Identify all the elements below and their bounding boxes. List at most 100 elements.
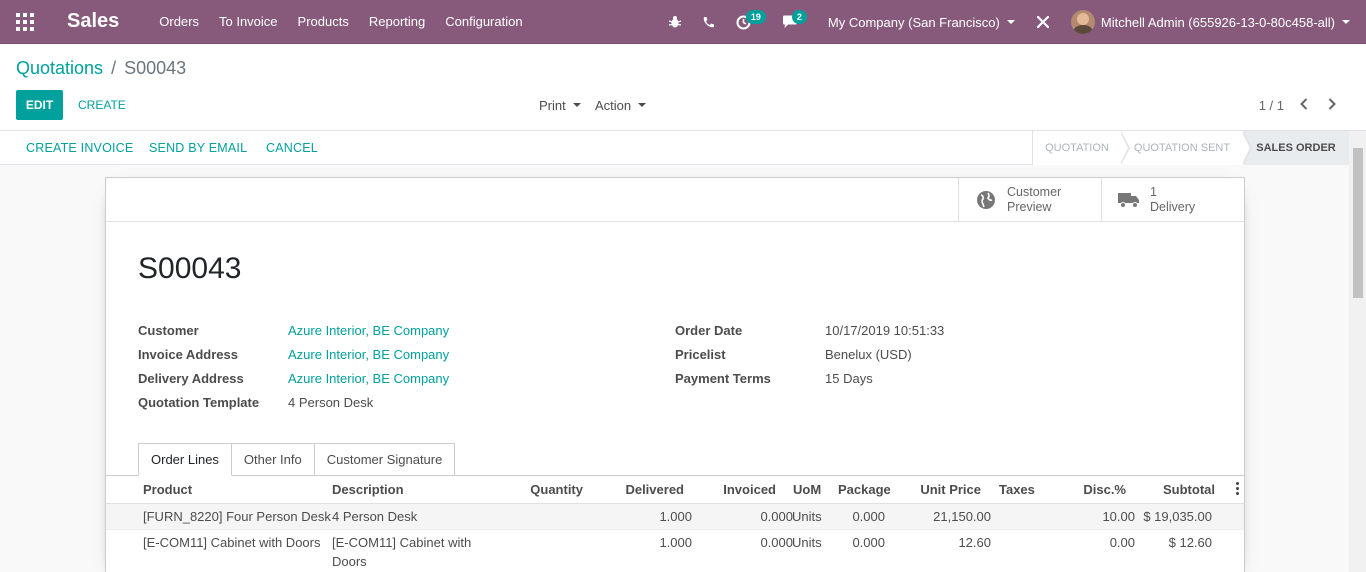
row-product: [FURN_8220] Four Person Desk — [143, 509, 331, 524]
invoice-address-link[interactable]: Azure Interior, BE Company — [288, 347, 449, 362]
control-panel: Quotations / S00043 EDIT CREATE Print Ac… — [0, 44, 1366, 131]
table-row[interactable]: [E-COM11] Cabinet with Doors [E-COM11] C… — [106, 530, 1244, 572]
menu-reporting[interactable]: Reporting — [369, 14, 425, 29]
delivery-button[interactable]: 1 Delivery — [1101, 178, 1244, 221]
activity-badge: 19 — [745, 10, 766, 24]
send-by-email-button[interactable]: SEND BY EMAIL — [149, 131, 247, 165]
print-dropdown[interactable]: Print — [539, 90, 581, 120]
preview-line2: Preview — [1007, 199, 1052, 214]
row-quantity: 1.000 — [659, 509, 692, 524]
top-navbar: Sales Orders To Invoice Products Reporti… — [0, 0, 1366, 44]
stage-quotation-sent[interactable]: QUOTATION SENT — [1121, 131, 1252, 165]
menu-products[interactable]: Products — [298, 14, 349, 29]
vertical-scrollbar[interactable] — [1349, 131, 1366, 572]
right-field-group: Order Date 10/17/2019 10:51:33 Pricelist… — [675, 318, 944, 390]
activity-clock-icon[interactable]: 19 — [726, 0, 772, 44]
avatar — [1070, 10, 1095, 34]
col-quantity[interactable]: Quantity — [530, 482, 583, 497]
col-package[interactable]: Package — [838, 482, 891, 497]
field-customer: Customer Azure Interior, BE Company — [138, 318, 449, 342]
delivery-count: 1 — [1150, 184, 1157, 199]
user-menu[interactable]: Mitchell Admin (655926-13-0-80c458-all) — [1061, 0, 1366, 44]
button-box: Customer Preview 1 Delivery — [958, 178, 1244, 222]
stage-label: QUOTATION — [1045, 142, 1109, 154]
apps-menu-icon[interactable] — [0, 0, 50, 44]
chevron-down-icon — [1342, 20, 1350, 24]
company-switcher[interactable]: My Company (San Francisco) — [818, 0, 1025, 44]
table-row[interactable]: [FURN_8220] Four Person Desk 4 Person De… — [106, 504, 1244, 530]
col-product[interactable]: Product — [143, 482, 192, 497]
tab-other-info[interactable]: Other Info — [230, 443, 315, 476]
col-discount[interactable]: Disc.% — [1083, 482, 1126, 497]
customer-link[interactable]: Azure Interior, BE Company — [288, 323, 449, 338]
row-subtotal: $ 19,035.00 — [1143, 509, 1212, 524]
scrollbar-thumb[interactable] — [1353, 148, 1363, 298]
field-label: Payment Terms — [675, 370, 771, 386]
breadcrumb-current: S00043 — [124, 58, 187, 78]
chevron-down-icon — [1006, 20, 1015, 24]
preview-line1: Customer — [1007, 184, 1062, 199]
form-sheet: Customer Preview 1 Delivery S00043 Custo… — [105, 177, 1245, 572]
field-order-date: Order Date 10/17/2019 10:51:33 — [675, 318, 944, 342]
field-invoice-address: Invoice Address Azure Interior, BE Compa… — [138, 342, 449, 366]
customer-preview-button[interactable]: Customer Preview — [958, 178, 1101, 221]
messages-icon[interactable]: 2 — [772, 0, 818, 44]
main-menu: Orders To Invoice Products Reporting Con… — [159, 14, 542, 29]
col-invoiced[interactable]: Invoiced — [723, 482, 776, 497]
breadcrumb-quotations[interactable]: Quotations — [16, 58, 103, 79]
chevron-right-icon[interactable] — [1318, 97, 1346, 113]
order-date-value: 10/17/2019 10:51:33 — [825, 322, 945, 338]
row-description-cont: Doors — [332, 554, 367, 569]
row-quantity: 1.000 — [659, 535, 692, 550]
col-unit-price[interactable]: Unit Price — [920, 482, 981, 497]
systray: 19 2 My Company (San Francisco) Mitchell… — [658, 0, 1366, 44]
field-label: Delivery Address — [138, 370, 244, 386]
delivery-address-link[interactable]: Azure Interior, BE Company — [288, 371, 449, 386]
stage-sales-order[interactable]: SALES ORDER — [1243, 131, 1349, 165]
row-unit-price: 12.60 — [958, 535, 991, 550]
edit-button[interactable]: EDIT — [16, 90, 63, 120]
left-field-group: Customer Azure Interior, BE Company Invo… — [138, 318, 449, 414]
messages-badge: 2 — [791, 10, 807, 24]
optional-columns-icon[interactable] — [1236, 482, 1240, 497]
chevron-down-icon — [572, 103, 581, 107]
field-label: Quotation Template — [138, 394, 260, 410]
chevron-down-icon — [638, 103, 647, 107]
stage-label: QUOTATION SENT — [1133, 142, 1231, 154]
row-description: [E-COM11] Cabinet with — [332, 535, 472, 550]
stage-quotation[interactable]: QUOTATION — [1033, 131, 1130, 165]
row-subtotal: $ 12.60 — [1168, 535, 1212, 550]
action-dropdown[interactable]: Action — [595, 90, 647, 120]
menu-configuration[interactable]: Configuration — [445, 14, 522, 29]
col-subtotal[interactable]: Subtotal — [1163, 482, 1215, 497]
col-description[interactable]: Description — [332, 482, 404, 497]
pager: 1 / 1 — [1259, 90, 1346, 120]
menu-orders[interactable]: Orders — [159, 14, 199, 29]
col-taxes[interactable]: Taxes — [999, 482, 1035, 497]
create-button[interactable]: CREATE — [78, 90, 126, 120]
col-uom[interactable]: UoM — [793, 482, 821, 497]
debug-bug-icon[interactable] — [658, 0, 692, 44]
action-label: Action — [595, 97, 632, 113]
tab-customer-signature[interactable]: Customer Signature — [313, 443, 456, 476]
row-description: 4 Person Desk — [332, 509, 418, 524]
delivery-label: Delivery — [1150, 199, 1196, 214]
table-header: Product Description Quantity Delivered I… — [106, 476, 1244, 504]
cancel-button[interactable]: CANCEL — [266, 131, 318, 165]
pager-value[interactable]: 1 / 1 — [1259, 98, 1284, 113]
col-delivered[interactable]: Delivered — [625, 482, 684, 497]
row-uom: Units — [792, 509, 822, 524]
row-delivered: 0.000 — [760, 535, 793, 550]
chevron-left-icon[interactable] — [1290, 97, 1318, 113]
create-invoice-button[interactable]: CREATE INVOICE — [26, 131, 133, 165]
close-tools-icon[interactable] — [1025, 0, 1061, 44]
tab-order-lines[interactable]: Order Lines — [138, 443, 232, 476]
menu-to-invoice[interactable]: To Invoice — [219, 14, 278, 29]
phone-icon[interactable] — [692, 0, 726, 44]
field-label: Order Date — [675, 322, 743, 338]
row-invoiced: 0.000 — [852, 509, 885, 524]
app-brand[interactable]: Sales — [67, 10, 119, 33]
user-name: Mitchell Admin (655926-13-0-80c458-all) — [1100, 14, 1335, 30]
company-name: My Company (San Francisco) — [827, 14, 1000, 30]
field-label: Invoice Address — [138, 346, 238, 362]
